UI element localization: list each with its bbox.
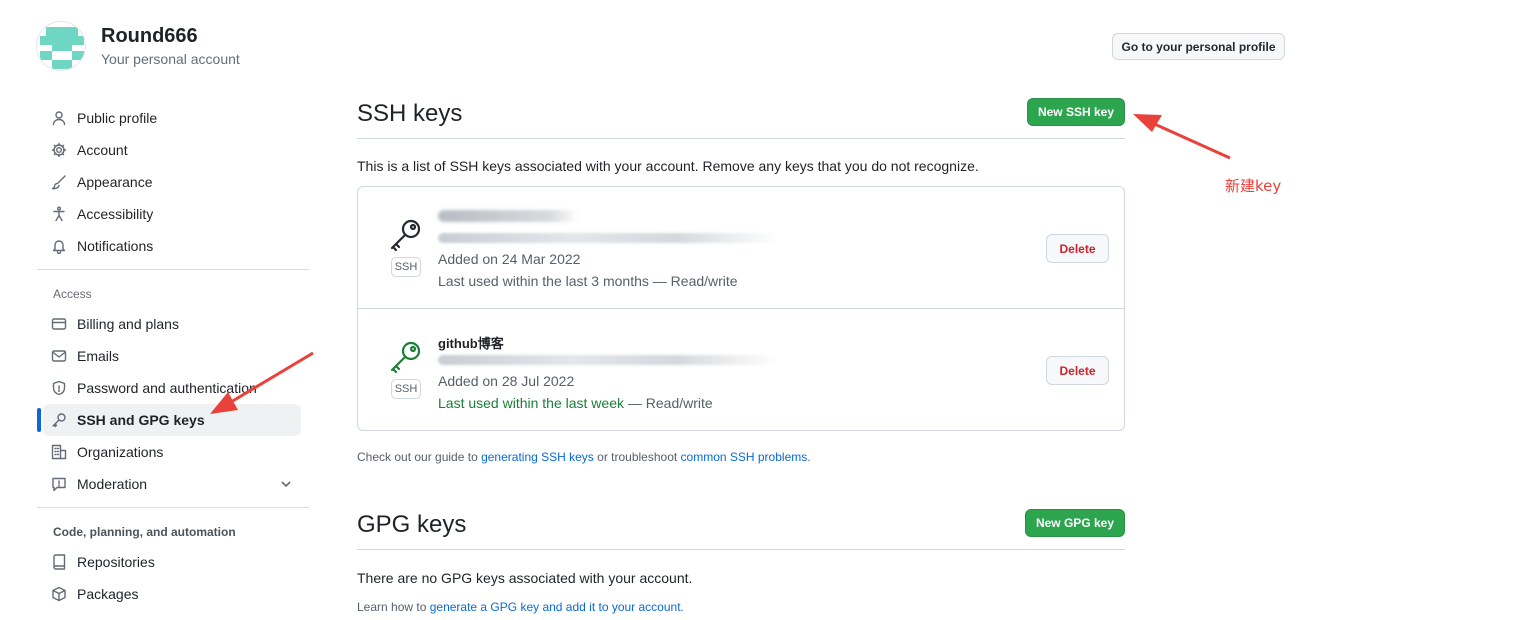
key-icon [51,412,67,428]
sidebar-item-label: Organizations [77,444,164,460]
credit-card-icon [51,316,67,332]
gpg-keys-title: GPG keys [357,511,467,538]
organization-icon [51,444,67,460]
key-last-used-recent: Last used within the last week [438,395,624,411]
key-icon [388,338,424,374]
key-added-date: Added on 28 Jul 2022 [438,373,575,389]
active-indicator [37,408,41,432]
sidebar-item-ssh-gpg-keys[interactable]: SSH and GPG keys [43,404,301,436]
redacted-key-title [438,210,578,222]
sidebar-item-label: Accessibility [77,206,154,222]
bell-icon [51,238,67,254]
sidebar-item-label: SSH and GPG keys [77,412,205,428]
package-icon [51,586,67,602]
sidebar-item-billing[interactable]: Billing and plans [43,308,301,340]
personal-profile-button[interactable]: Go to your personal profile [1112,33,1285,60]
sidebar-heading-code: Code, planning, and automation [53,525,236,539]
delete-key-button[interactable]: Delete [1046,234,1109,263]
arrow-to-new-ssh-key [1133,114,1231,160]
sidebar-item-account[interactable]: Account [43,134,301,166]
sidebar-item-organizations[interactable]: Organizations [43,436,301,468]
key-added-date: Added on 24 Mar 2022 [438,251,581,267]
common-ssh-problems-link[interactable]: common SSH problems [681,450,808,464]
sidebar-item-label: Packages [77,586,139,602]
sidebar-item-label: Emails [77,348,120,364]
ssh-badge: SSH [391,257,421,277]
redacted-fingerprint [438,233,778,243]
identicon-icon [37,22,85,70]
gpg-title-divider [357,549,1125,550]
sidebar-item-notifications[interactable]: Notifications [43,230,301,262]
sidebar-item-public-profile[interactable]: Public profile [43,102,301,134]
sidebar-item-repositories[interactable]: Repositories [43,546,301,578]
repo-icon [51,554,67,570]
report-icon [51,476,67,492]
generating-ssh-keys-link[interactable]: generating SSH keys [481,450,594,464]
account-subtitle: Your personal account [101,51,240,67]
ssh-intro-text: This is a list of SSH keys associated wi… [357,158,979,174]
key-access-mode: — Read/write [624,395,713,411]
account-name[interactable]: Round666 [101,25,198,48]
new-ssh-key-button[interactable]: New SSH key [1027,98,1125,126]
sidebar-item-password[interactable]: Password and authentication [43,372,301,404]
ssh-key-list: SSH Added on 24 Mar 2022 Last used withi… [357,186,1125,431]
sidebar-item-label: Moderation [77,476,148,492]
sidebar-divider [37,507,309,508]
sidebar-item-label: Repositories [77,554,155,570]
gpg-empty-text: There are no GPG keys associated with yo… [357,570,693,586]
redacted-fingerprint [438,355,778,365]
key-last-used: Last used within the last 3 months — Rea… [438,273,738,289]
key-title: github博客 [438,336,504,351]
learn-suffix: . [680,600,684,614]
person-icon [51,110,67,126]
sidebar-item-label: Account [77,142,128,158]
sidebar-item-emails[interactable]: Emails [43,340,301,372]
ssh-title-divider [357,138,1125,139]
sidebar-item-label: Billing and plans [77,316,179,332]
key-icon [388,216,424,252]
key-last-used: Last used within the last week — Read/wr… [438,395,713,411]
sidebar-item-label: Notifications [77,238,154,254]
gpg-learn-text: Learn how to generate a GPG key and add … [357,600,684,614]
new-gpg-key-button[interactable]: New GPG key [1025,509,1125,537]
sidebar-item-label: Public profile [77,110,158,126]
delete-key-button[interactable]: Delete [1046,356,1109,385]
sidebar-item-packages[interactable]: Packages [43,578,301,610]
learn-prefix: Learn how to [357,600,430,614]
guide-mid: or troubleshoot [593,450,681,464]
sidebar-item-label: Password and authentication [77,380,257,396]
sidebar-item-label: Appearance [77,174,153,190]
sidebar-heading-access: Access [53,287,92,301]
sidebar-divider [37,269,309,270]
sidebar-item-appearance[interactable]: Appearance [43,166,301,198]
avatar[interactable] [36,21,86,71]
mail-icon [51,348,67,364]
paintbrush-icon [51,174,67,190]
guide-prefix: Check out our guide to [357,450,482,464]
sidebar-item-accessibility[interactable]: Accessibility [43,198,301,230]
ssh-keys-title: SSH keys [357,100,463,127]
sidebar-item-moderation[interactable]: Moderation [43,468,301,500]
ssh-guide-text: Check out our guide to generating SSH ke… [357,450,811,464]
shield-lock-icon [51,380,67,396]
chevron-down-icon[interactable] [279,477,293,491]
generate-gpg-key-link[interactable]: generate a GPG key and add it to your ac… [430,600,681,614]
annotation-label: 新建key [1225,177,1282,195]
accessibility-icon [51,206,67,222]
guide-suffix: . [807,450,811,464]
row-divider [358,308,1124,309]
gear-icon [51,142,67,158]
ssh-badge: SSH [391,379,421,399]
